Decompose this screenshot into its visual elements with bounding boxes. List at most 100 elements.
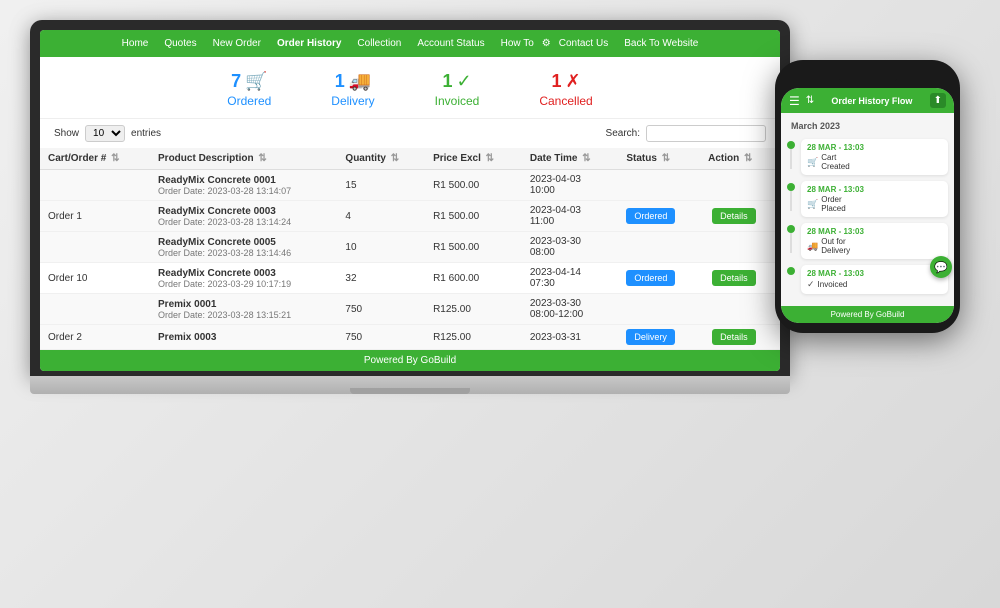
stat-delivery[interactable]: 1 🚚 Delivery (331, 71, 374, 108)
nav-quotes[interactable]: Quotes (156, 36, 204, 51)
cell-price: R125.00 (425, 294, 522, 325)
stats-row: 7 🛒 Ordered 1 🚚 Delivery (40, 57, 780, 119)
cart-icon: 🛒 (245, 71, 267, 92)
cell-order: Order 1 (40, 201, 150, 232)
cell-status (618, 232, 700, 263)
laptop: Home Quotes New Order Order History Coll… (30, 20, 790, 394)
timeline-card-body-3: 🚚 Out forDelivery (807, 237, 942, 255)
nav-contact-us[interactable]: Contact Us (551, 36, 616, 51)
cell-datetime: 2023-04-14 07:30 (522, 263, 619, 294)
nav-home[interactable]: Home (114, 36, 157, 51)
controls-row: Show 10 25 50 entries Search: (40, 119, 780, 148)
stat-delivery-count: 1 (335, 71, 345, 92)
product-name: ReadyMix Concrete 0003 (158, 268, 329, 279)
timeline-item-3: 28 MAR - 13:03 🚚 Out forDelivery (787, 223, 948, 259)
cell-qty: 32 (337, 263, 425, 294)
timeline-item-4: 28 MAR - 13:03 ✓ Invoiced (787, 265, 948, 294)
cell-qty: 10 (337, 232, 425, 263)
search-input[interactable] (646, 125, 766, 142)
sort-icon: ⇅ (108, 153, 119, 164)
order-date: Order Date: 2023-03-28 13:14:24 (158, 217, 329, 227)
cell-product: ReadyMix Concrete 0003 Order Date: 2023-… (150, 263, 337, 294)
col-price: Price Excl ⇅ (425, 148, 522, 170)
cell-qty: 750 (337, 325, 425, 350)
timeline-time-4: 28 MAR - 13:03 (807, 269, 942, 278)
phone-screen: ☰ ⇅ Order History Flow ⬆ March 2023 (781, 88, 954, 323)
cell-datetime: 2023-04-03 10:00 (522, 170, 619, 201)
timeline-time-1: 28 MAR - 13:03 (807, 143, 942, 152)
col-datetime: Date Time ⇅ (522, 148, 619, 170)
cell-qty: 750 (337, 294, 425, 325)
show-entries: Show 10 25 50 entries (54, 125, 161, 142)
cell-action: Details (700, 263, 780, 294)
sort-icon: ⇅ (579, 153, 590, 164)
invoiced-timeline-icon: ✓ (807, 279, 815, 290)
phone-month-label: March 2023 (787, 119, 948, 133)
table-row: Order 10 ReadyMix Concrete 0003 Order Da… (40, 263, 780, 294)
cell-action (700, 232, 780, 263)
cell-price: R1 500.00 (425, 170, 522, 201)
timeline-item-2: 28 MAR - 13:03 🛒 OrderPlaced (787, 181, 948, 217)
stat-cancelled-count: 1 (551, 71, 561, 92)
search-box: Search: (606, 125, 766, 142)
status-delivery-button[interactable]: Delivery (626, 329, 675, 345)
stat-invoiced[interactable]: 1 ✓ Invoiced (435, 71, 480, 108)
timeline-dot (787, 225, 795, 233)
filter-icon[interactable]: ⇅ (806, 95, 814, 106)
cell-product: ReadyMix Concrete 0001 Order Date: 2023-… (150, 170, 337, 201)
timeline-card-4: 28 MAR - 13:03 ✓ Invoiced (801, 265, 948, 294)
show-label: Show (54, 128, 79, 139)
nav-order-history[interactable]: Order History (269, 36, 349, 51)
stat-invoiced-count: 1 (442, 71, 452, 92)
table-head: Cart/Order # ⇅ Product Description ⇅ Qua… (40, 148, 780, 170)
timeline-card-1: 28 MAR - 13:03 🛒 CartCreated (801, 139, 948, 175)
table-row: ReadyMix Concrete 0001 Order Date: 2023-… (40, 170, 780, 201)
details-button[interactable]: Details (712, 270, 756, 286)
sort-icon: ⇅ (256, 153, 267, 164)
entries-select[interactable]: 10 25 50 (85, 125, 125, 142)
hamburger-icon[interactable]: ☰ (789, 94, 800, 108)
chat-bubble[interactable]: 💬 (930, 256, 952, 278)
share-icon[interactable]: ⬆ (930, 93, 946, 108)
stat-ordered-label: Ordered (227, 94, 271, 108)
product-name: Premix 0003 (158, 332, 329, 343)
status-ordered-button[interactable]: Ordered (626, 270, 675, 286)
cell-status (618, 170, 700, 201)
table-row: Premix 0001 Order Date: 2023-03-28 13:15… (40, 294, 780, 325)
cell-status (618, 294, 700, 325)
nav-new-order[interactable]: New Order (205, 36, 269, 51)
order-date: Order Date: 2023-03-28 13:15:21 (158, 310, 329, 320)
product-name: ReadyMix Concrete 0003 (158, 206, 329, 217)
timeline-line (787, 181, 795, 211)
nav-account-status[interactable]: Account Status (409, 36, 492, 51)
stat-invoiced-top: 1 ✓ (442, 71, 471, 92)
table-header-row: Cart/Order # ⇅ Product Description ⇅ Qua… (40, 148, 780, 170)
check-icon: ✓ (456, 71, 471, 92)
col-quantity: Quantity ⇅ (337, 148, 425, 170)
stat-cancelled[interactable]: 1 ✗ Cancelled (539, 71, 592, 108)
nav-back-to-website[interactable]: Back To Website (616, 36, 706, 51)
details-button[interactable]: Details (712, 208, 756, 224)
nav-how-to[interactable]: How To (493, 36, 542, 51)
col-status: Status ⇅ (618, 148, 700, 170)
stat-delivery-top: 1 🚚 (335, 71, 371, 92)
status-ordered-button[interactable]: Ordered (626, 208, 675, 224)
cell-order: Order 10 (40, 263, 150, 294)
cell-price: R1 500.00 (425, 232, 522, 263)
stat-ordered[interactable]: 7 🛒 Ordered (227, 71, 271, 108)
stat-invoiced-label: Invoiced (435, 94, 480, 108)
cell-order (40, 170, 150, 201)
cell-product: ReadyMix Concrete 0003 Order Date: 2023-… (150, 201, 337, 232)
delivery-timeline-icon: 🚚 (807, 241, 818, 252)
details-button[interactable]: Details (712, 329, 756, 345)
cell-action (700, 294, 780, 325)
nav-collection[interactable]: Collection (349, 36, 409, 51)
phone-content: March 2023 28 MAR - 13:03 🛒 CartCreated (781, 113, 954, 306)
cell-product: Premix 0001 Order Date: 2023-03-28 13:15… (150, 294, 337, 325)
timeline-card-body-4: ✓ Invoiced (807, 279, 942, 290)
timeline-vert (790, 191, 792, 211)
timeline-dot (787, 183, 795, 191)
footer-label: Powered By GoBuild (364, 355, 456, 366)
timeline-dot (787, 267, 795, 275)
cell-qty: 4 (337, 201, 425, 232)
